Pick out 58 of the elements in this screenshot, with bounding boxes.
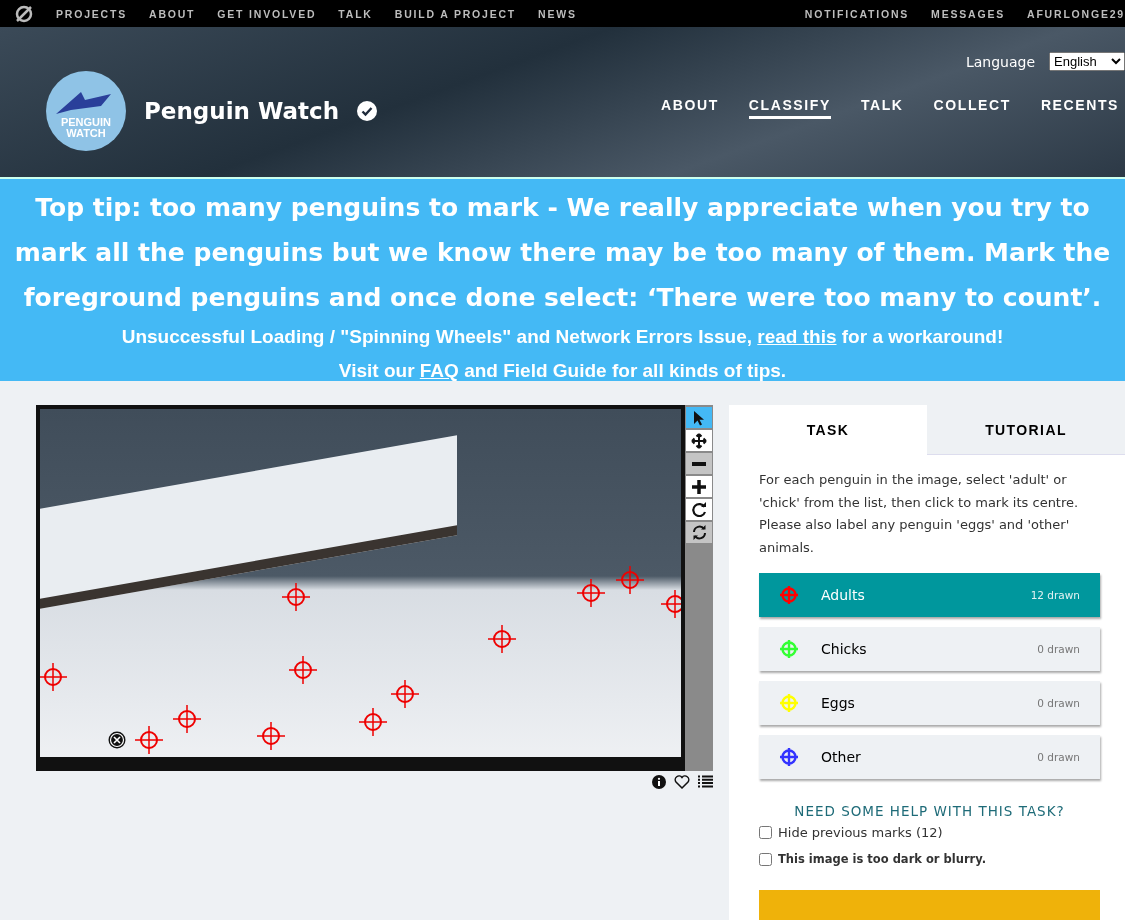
language-label: Language	[965, 53, 1035, 70]
checkbox[interactable]	[759, 852, 772, 866]
help-link[interactable]: NEED SOME HELP WITH THIS TASK?	[759, 803, 1100, 819]
nav-link[interactable]: TALK	[338, 7, 373, 20]
pointer-icon	[693, 409, 705, 426]
account-link[interactable]: MESSAGES	[931, 7, 1005, 20]
account-link[interactable]: NOTIFICATIONS	[804, 7, 910, 20]
minus-icon	[692, 461, 706, 466]
answer-choice[interactable]: Chicks 0 drawn	[759, 627, 1100, 671]
project-nav-link[interactable]: TALK	[860, 97, 904, 119]
checkbox[interactable]	[759, 826, 772, 839]
tip-text: Top tip: too many penguins to mark - We really appreciate when you try to mark all the penguins but we know there may be too many of them. Mark the foreground penguins and once done select: ‘There were too many to count’.	[13, 192, 1112, 314]
toolbar-button[interactable]	[686, 430, 712, 451]
delete-mark-icon[interactable]	[108, 731, 126, 749]
nav-link[interactable]: BUILD A PROJECT	[394, 7, 517, 20]
move-icon	[691, 432, 707, 449]
crosshair-marker[interactable]	[577, 579, 606, 608]
list-icon[interactable]	[698, 775, 713, 788]
panel-tab[interactable]: TUTORIAL	[927, 405, 1125, 455]
project-nav-link[interactable]: COLLECT	[933, 97, 1011, 119]
plus-icon	[692, 479, 706, 494]
project-nav-link[interactable]: ABOUT	[661, 97, 719, 119]
project-nav-link[interactable]: CLASSIFY	[748, 97, 831, 119]
refresh-icon	[691, 525, 707, 540]
crosshair-marker[interactable]	[134, 725, 163, 754]
crosshair-marker[interactable]	[173, 704, 202, 733]
crosshair-marker[interactable]	[660, 589, 681, 618]
account-link[interactable]: AFURLONGE29	[1027, 7, 1125, 20]
banner-text: Unsuccessful Loading / "Spinning Wheels" and Network Errors Issue, read this for a workaround!	[120, 325, 1005, 349]
nav-link[interactable]: PROJECTS	[56, 7, 127, 20]
banner-text: Visit our FAQ and Field Guide for all kinds of tips.	[337, 359, 788, 383]
crosshair-marker[interactable]	[615, 565, 644, 594]
nav-link[interactable]: NEWS	[538, 7, 577, 20]
project-title: Penguin Watch	[144, 98, 339, 124]
language-select[interactable]: English	[1049, 52, 1125, 71]
crosshair-marker[interactable]	[487, 624, 516, 653]
crosshair-marker[interactable]	[288, 656, 317, 684]
info-icon[interactable]	[652, 775, 666, 789]
nav-link[interactable]: GET INVOLVED	[217, 7, 317, 20]
crosshair-marker[interactable]	[40, 662, 67, 691]
heart-icon[interactable]	[674, 775, 690, 789]
answer-choice[interactable]: Other 0 drawn	[759, 735, 1100, 779]
toolbar-button[interactable]	[686, 407, 712, 428]
crosshair-marker[interactable]	[391, 680, 420, 709]
crosshair-marker[interactable]	[359, 708, 388, 737]
checkbox-label[interactable]: This image is too dark or blurry.	[778, 852, 987, 866]
checkbox-label[interactable]: Hide previous marks (12)	[778, 825, 943, 840]
crosshair-marker[interactable]	[256, 722, 285, 751]
photo-placeholder[interactable]	[36, 405, 685, 771]
toolbar-button[interactable]	[686, 499, 712, 520]
toolbar-button[interactable]	[686, 476, 712, 497]
nav-link[interactable]: ABOUT	[149, 7, 196, 20]
rotate-icon	[691, 502, 707, 517]
instructions-text: For each penguin in the image, select 'adult' or 'chick' from the list, then click to mark its centre. Please also label any penguin 'eggs' and 'other' animals.	[759, 471, 1080, 557]
answer-choice[interactable]: Eggs 0 drawn	[759, 681, 1100, 725]
answer-choice[interactable]: Adults 12 drawn	[759, 573, 1100, 617]
project-nav-link[interactable]: RECENTS	[1040, 97, 1119, 119]
crosshair-marker[interactable]	[282, 582, 311, 611]
